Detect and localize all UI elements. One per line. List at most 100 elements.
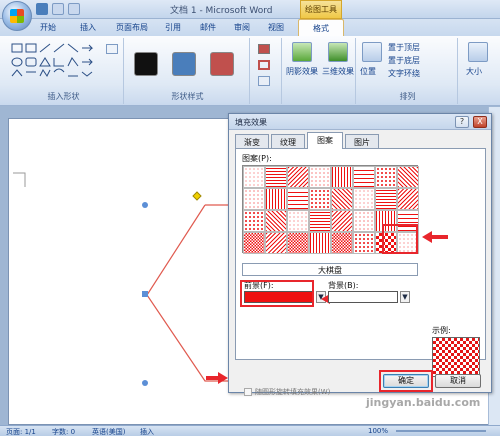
pattern-swatch[interactable] [309, 188, 331, 210]
rotate-fill-label: 随图形旋转填充效果(W) [255, 388, 331, 396]
tab-references[interactable]: 引用 [165, 22, 181, 33]
office-logo-icon [10, 9, 24, 23]
ok-button[interactable]: 确定 [383, 374, 429, 388]
pattern-swatch[interactable] [331, 210, 353, 232]
adjust-handle [192, 191, 202, 201]
tab-view[interactable]: 视图 [268, 22, 284, 33]
example-preview [432, 337, 480, 377]
pattern-swatch[interactable] [353, 188, 375, 210]
position-button[interactable]: 位置 [360, 66, 376, 77]
size-icon[interactable] [468, 42, 488, 62]
help-button[interactable]: ? [455, 116, 469, 128]
pattern-swatch[interactable] [265, 210, 287, 232]
margin-marker [13, 172, 26, 187]
status-zoom[interactable]: 100% [368, 427, 388, 435]
foreground-label: 前景(F): [244, 281, 274, 290]
tab-review[interactable]: 审阅 [234, 22, 250, 33]
arrange-label: 排列 [399, 92, 416, 101]
tab-mailings[interactable]: 邮件 [200, 22, 216, 33]
three-d-effects-icon[interactable] [328, 42, 348, 62]
background-color-select[interactable] [328, 291, 398, 303]
bring-to-front-button[interactable]: 置于顶层 [388, 42, 420, 53]
dialog-title-bar: 填充效果 ? X [229, 114, 491, 130]
status-mode[interactable]: 插入 [140, 427, 154, 436]
office-button[interactable] [2, 1, 32, 31]
tab-gradient[interactable]: 渐变 [235, 134, 269, 148]
style-swatch-blue[interactable] [172, 52, 196, 76]
pattern-swatch[interactable] [331, 188, 353, 210]
change-shape-icon[interactable] [258, 76, 270, 86]
shadow-effects-button[interactable]: 阴影效果 [284, 66, 320, 77]
pattern-grid [242, 165, 419, 254]
cancel-button[interactable]: 取消 [435, 374, 481, 388]
tab-pattern[interactable]: 图案 [307, 132, 343, 149]
zoom-slider[interactable] [396, 430, 486, 432]
ribbon-tab-bar: 开始 插入 页面布局 引用 邮件 审阅 视图 [0, 19, 500, 36]
status-words[interactable]: 字数: 0 [52, 427, 75, 436]
pattern-swatch[interactable] [375, 166, 397, 188]
pattern-swatch[interactable] [243, 210, 265, 232]
pattern-swatch[interactable] [309, 166, 331, 188]
save-icon[interactable] [36, 3, 48, 15]
shape-styles-group: 形状样式 [126, 38, 250, 104]
pattern-swatch[interactable] [243, 188, 265, 210]
pattern-swatch[interactable] [353, 210, 375, 232]
shape-gallery[interactable] [10, 42, 106, 82]
position-icon[interactable] [362, 42, 382, 62]
tab-home[interactable]: 开始 [40, 22, 56, 33]
pattern-swatch[interactable] [397, 232, 419, 254]
three-d-effects-button[interactable]: 三维效果 [320, 66, 356, 77]
effects-group: 阴影效果 三维效果 [284, 38, 356, 104]
text-wrapping-button[interactable]: 文字环绕 [388, 68, 420, 79]
fill-tools-group [252, 38, 282, 104]
pattern-swatch[interactable] [265, 188, 287, 210]
pattern-swatch[interactable] [375, 210, 397, 232]
redo-icon[interactable] [68, 3, 80, 15]
pattern-swatch[interactable] [397, 166, 419, 188]
tab-format[interactable]: 格式 [298, 19, 344, 36]
background-dropdown-icon[interactable]: ▼ [400, 291, 410, 303]
pattern-swatch[interactable] [287, 166, 309, 188]
tab-picture[interactable]: 图片 [345, 134, 379, 148]
shape-fill-icon[interactable] [258, 44, 270, 54]
shape-outline-icon[interactable] [258, 60, 270, 70]
edit-shape-icon[interactable] [106, 44, 118, 54]
window-title: 文档 1 - Microsoft Word [170, 6, 273, 16]
pattern-swatch[interactable] [243, 232, 265, 254]
pattern-swatch[interactable] [265, 166, 287, 188]
pattern-swatch[interactable] [309, 210, 331, 232]
pattern-swatch[interactable] [287, 232, 309, 254]
pattern-swatch[interactable] [375, 188, 397, 210]
dialog-title: 填充效果 [235, 118, 267, 127]
close-button[interactable]: X [473, 116, 487, 128]
drawing-tools-context-label: 绘图工具 [300, 0, 342, 19]
selection-handle [142, 291, 148, 297]
pattern-swatch[interactable] [243, 166, 265, 188]
pattern-swatch[interactable] [309, 232, 331, 254]
tab-insert[interactable]: 插入 [80, 22, 96, 33]
tab-texture[interactable]: 纹理 [271, 134, 305, 148]
pattern-swatch[interactable] [287, 188, 309, 210]
example-label: 示例: [432, 326, 451, 335]
status-language[interactable]: 英语(美国) [92, 427, 125, 436]
pattern-swatch[interactable] [353, 232, 375, 254]
pattern-swatch[interactable] [397, 210, 419, 232]
style-swatch-red[interactable] [210, 52, 234, 76]
tab-page-layout[interactable]: 页面布局 [116, 22, 148, 33]
pattern-swatch[interactable] [331, 232, 353, 254]
undo-icon[interactable] [52, 3, 64, 15]
pattern-swatch[interactable] [265, 232, 287, 254]
pattern-swatch[interactable] [353, 166, 375, 188]
shadow-effects-icon[interactable] [292, 42, 312, 62]
status-page[interactable]: 页面: 1/1 [6, 427, 36, 436]
size-button[interactable]: 大小 [466, 66, 482, 77]
pattern-swatch[interactable] [331, 166, 353, 188]
rotate-fill-checkbox[interactable] [244, 388, 252, 396]
pattern-swatch[interactable] [397, 188, 419, 210]
pattern-swatch[interactable] [375, 232, 397, 254]
style-swatch-black[interactable] [134, 52, 158, 76]
title-bar: 文档 1 - Microsoft Word 绘图工具 [0, 0, 500, 19]
send-to-back-button[interactable]: 置于底层 [388, 55, 420, 66]
pattern-swatch[interactable] [287, 210, 309, 232]
foreground-color-select[interactable] [244, 291, 314, 303]
